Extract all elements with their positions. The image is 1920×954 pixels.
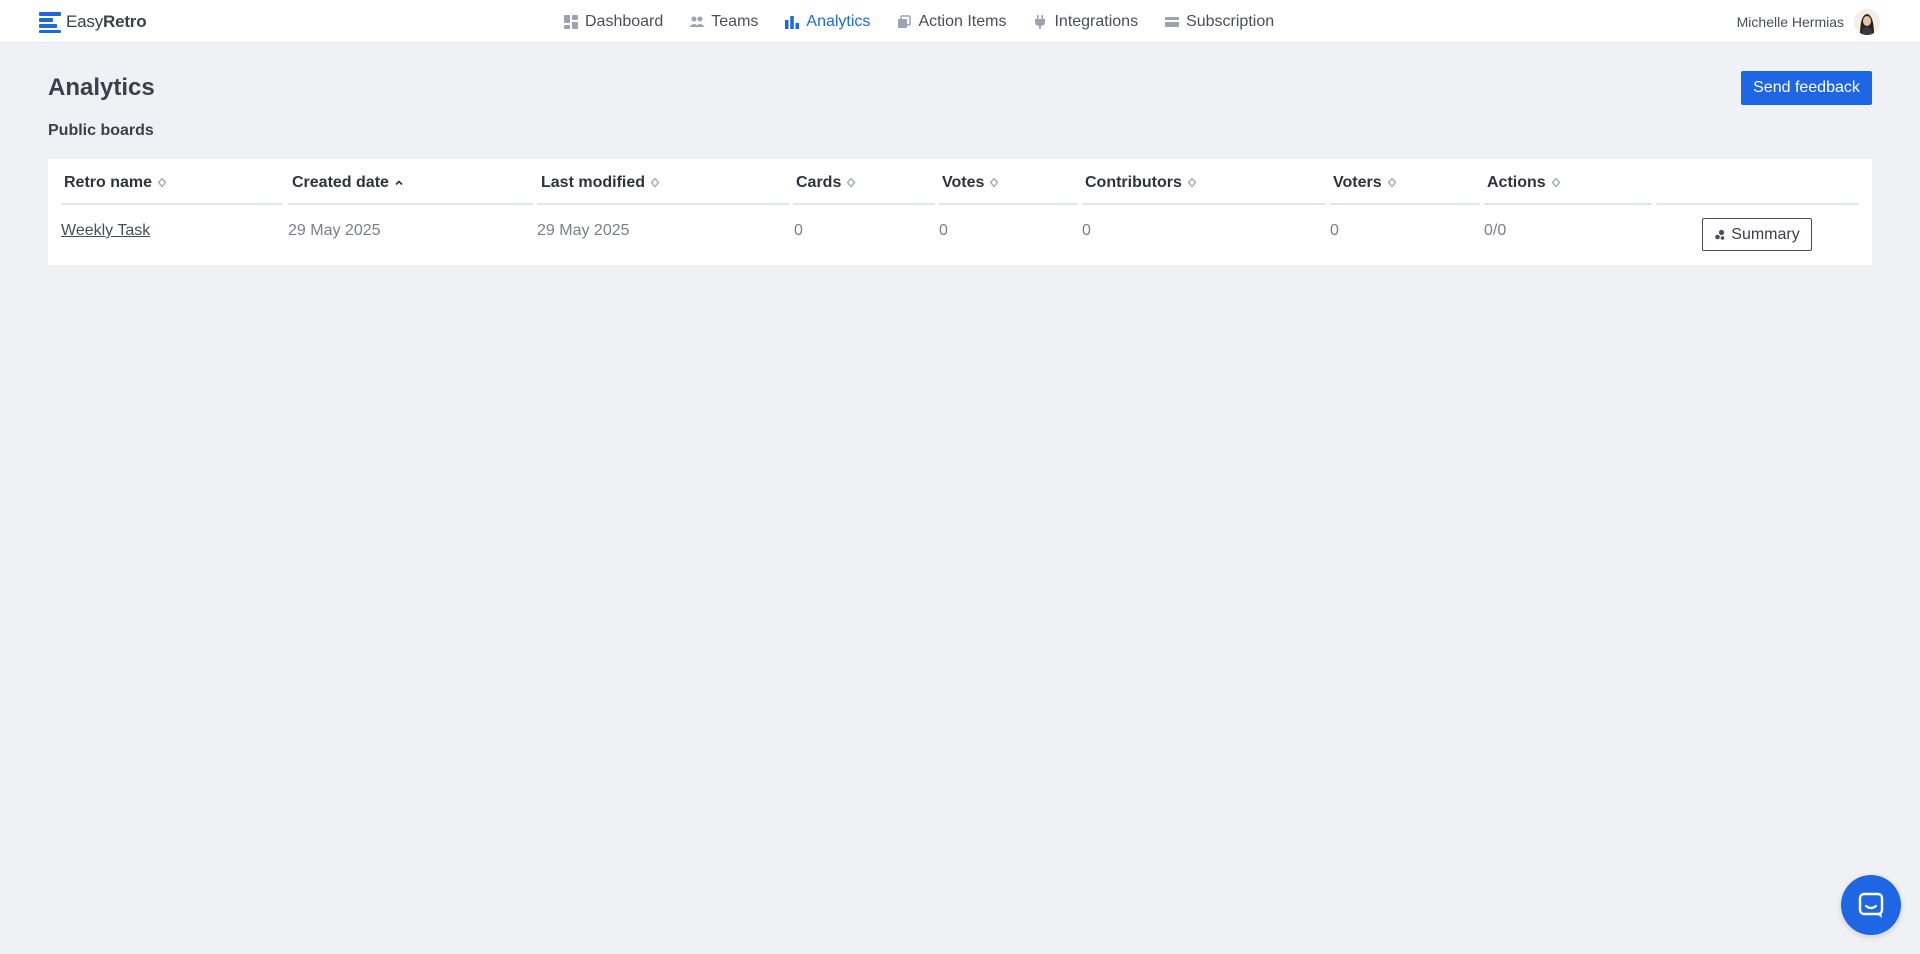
column-label: Last modified	[541, 174, 646, 191]
logo-text: EasyRetro	[66, 12, 147, 31]
retro-name-link[interactable]: Weekly Task	[61, 222, 150, 240]
sort-unsorted-icon	[847, 178, 856, 188]
section-title-public-boards: Public boards	[48, 122, 154, 139]
chat-launcher-button[interactable]	[1841, 875, 1901, 935]
column-header-retro-name[interactable]: Retro name	[64, 170, 167, 196]
last-modified-cell: 29 May 2025	[537, 222, 630, 239]
column-header-created-date[interactable]: Created date	[292, 170, 403, 196]
public-boards-table: Retro name Created date Last modified Ca…	[48, 159, 1872, 265]
cards-cell: 0	[794, 222, 803, 239]
integrations-icon	[1035, 14, 1046, 29]
sort-unsorted-icon	[1387, 178, 1396, 188]
user-menu[interactable]: Michelle Hermias	[1737, 8, 1880, 36]
column-divider	[288, 203, 533, 205]
column-label: Retro name	[64, 174, 153, 191]
column-header-votes[interactable]: Votes	[942, 170, 999, 196]
contributors-cell: 0	[1082, 222, 1091, 239]
dashboard-icon	[564, 14, 578, 29]
votes-cell: 0	[939, 222, 948, 239]
column-header-actions[interactable]: Actions	[1487, 170, 1560, 196]
column-header-contributors[interactable]: Contributors	[1085, 170, 1196, 196]
column-divider	[1082, 203, 1326, 205]
nav-action-items-label: Action Items	[918, 12, 1007, 30]
analytics-icon	[785, 15, 800, 29]
voters-cell: 0	[1330, 222, 1339, 239]
column-header-cards[interactable]: Cards	[796, 170, 856, 196]
sort-ascending-icon	[395, 180, 403, 186]
column-label: Created date	[292, 174, 389, 191]
column-label: Cards	[796, 174, 842, 191]
subscription-icon	[1165, 16, 1180, 27]
user-avatar-icon	[1854, 9, 1880, 35]
top-navigation-bar: EasyRetro Dashboard Teams Analytics Acti…	[0, 0, 1920, 43]
summary-button[interactable]: Summary	[1702, 218, 1812, 251]
easyretro-logo-icon	[39, 11, 61, 33]
created-date-cell: 29 May 2025	[288, 222, 381, 239]
page-title: Analytics	[48, 74, 155, 101]
sort-unsorted-icon	[651, 178, 660, 188]
user-avatar[interactable]	[1854, 9, 1880, 35]
summary-button-label: Summary	[1731, 225, 1800, 243]
sort-unsorted-icon	[1551, 178, 1560, 188]
table-header: Retro name Created date Last modified Ca…	[48, 159, 1872, 205]
chat-icon	[1858, 892, 1884, 918]
nav-action-items[interactable]: Action Items	[896, 13, 1006, 31]
column-divider	[1330, 203, 1480, 205]
nav-teams-label: Teams	[711, 12, 759, 30]
column-divider	[793, 203, 935, 205]
nav-integrations-label: Integrations	[1054, 12, 1139, 30]
column-divider	[1484, 203, 1652, 205]
column-divider	[939, 203, 1078, 205]
easyretro-logo[interactable]: EasyRetro	[39, 10, 147, 34]
nav-subscription[interactable]: Subscription	[1164, 13, 1274, 31]
nav-analytics[interactable]: Analytics	[784, 13, 870, 31]
nav-teams[interactable]: Teams	[689, 13, 758, 31]
nav-integrations[interactable]: Integrations	[1032, 13, 1138, 31]
summary-icon	[1715, 229, 1725, 240]
sort-unsorted-icon	[158, 178, 167, 188]
column-label: Votes	[942, 174, 985, 191]
actions-cell: 0/0	[1484, 222, 1507, 239]
nav-subscription-label: Subscription	[1186, 12, 1275, 30]
main-nav: Dashboard Teams Analytics Action Items I…	[563, 0, 1274, 43]
sort-unsorted-icon	[990, 178, 999, 188]
nav-dashboard[interactable]: Dashboard	[563, 13, 663, 31]
user-name: Michelle Hermias	[1736, 14, 1844, 30]
column-label: Actions	[1487, 174, 1546, 191]
teams-icon	[689, 16, 705, 27]
column-divider	[61, 203, 283, 205]
column-divider	[1656, 203, 1859, 205]
column-label: Voters	[1333, 174, 1382, 191]
sort-unsorted-icon	[1187, 178, 1196, 188]
column-label: Contributors	[1085, 174, 1182, 191]
column-header-last-modified[interactable]: Last modified	[541, 170, 660, 196]
send-feedback-button[interactable]: Send feedback	[1741, 71, 1872, 105]
column-header-voters[interactable]: Voters	[1333, 170, 1396, 196]
nav-dashboard-label: Dashboard	[585, 12, 664, 30]
nav-analytics-label: Analytics	[806, 12, 871, 30]
column-divider	[537, 203, 789, 205]
action-items-icon	[898, 14, 912, 28]
